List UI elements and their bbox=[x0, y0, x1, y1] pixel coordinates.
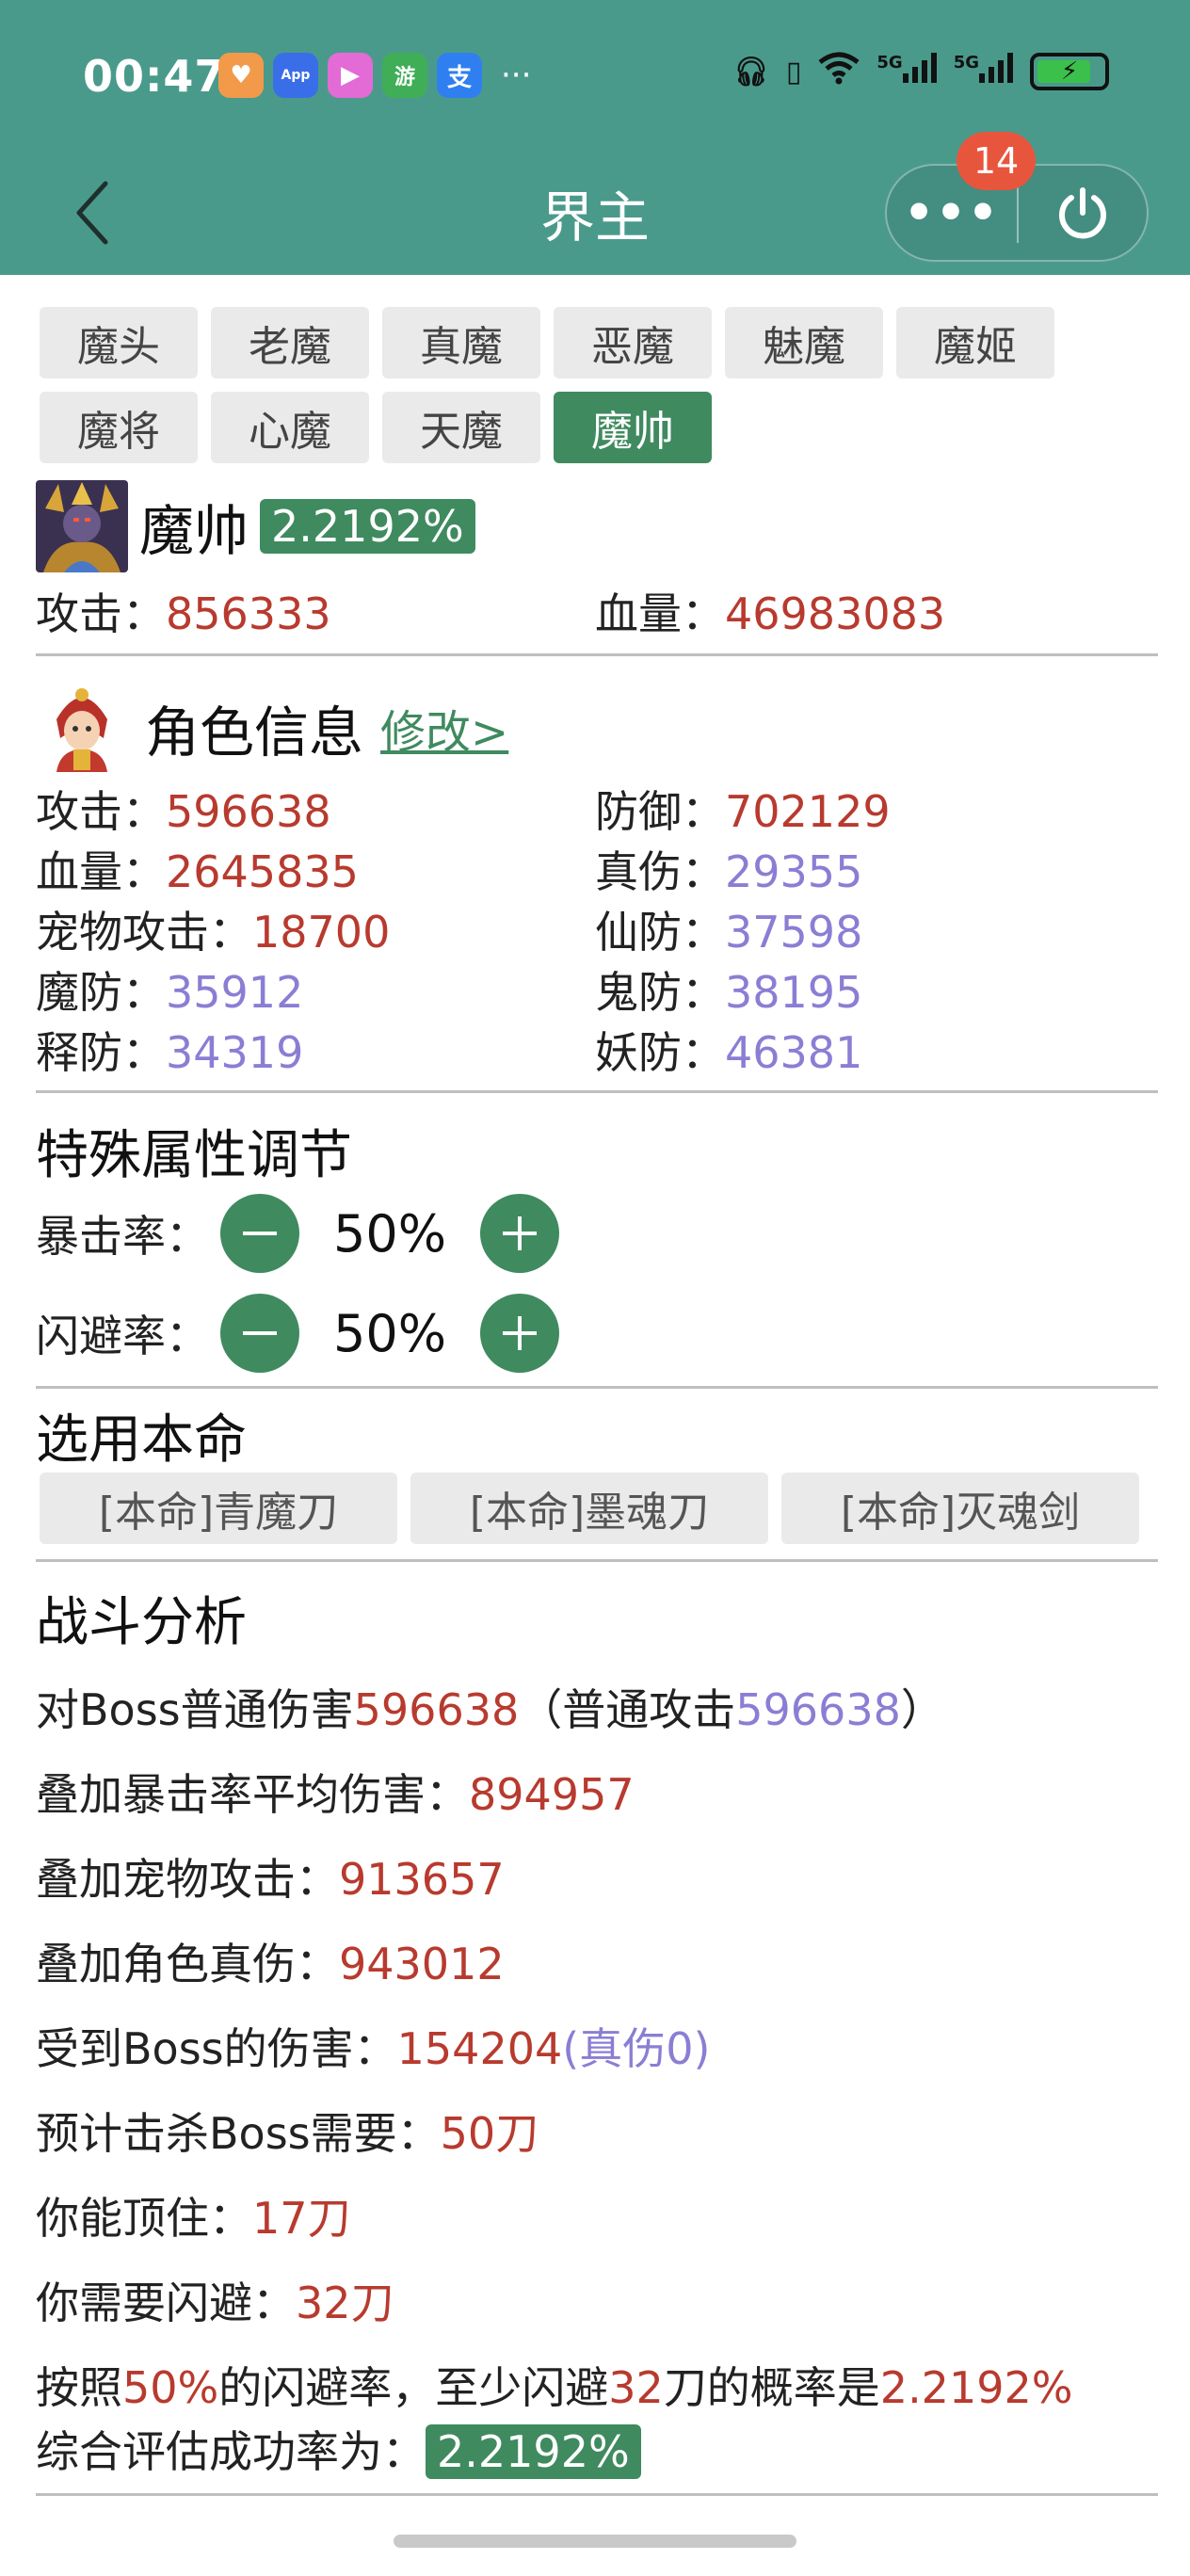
dodge-increase-button[interactable] bbox=[480, 1294, 559, 1373]
dodge-rate-adjuster: 闪避率： 50% bbox=[36, 1294, 559, 1373]
overall-success-rate-badge: 2.2192% bbox=[426, 2424, 641, 2479]
minus-icon bbox=[243, 1232, 277, 1235]
role-attack: 攻击：596638 bbox=[36, 786, 331, 837]
pet-attack-damage-line: 叠加宠物攻击：913657 bbox=[36, 1854, 505, 1905]
dodge-decrease-button[interactable] bbox=[220, 1294, 299, 1373]
role-gui-defense: 鬼防：38195 bbox=[595, 967, 863, 1018]
system-icons: 🎧︎ ▯ 5G 5G ⚡︎ bbox=[733, 51, 1109, 92]
plus-icon bbox=[503, 1216, 537, 1250]
role-true-damage: 真伤：29355 bbox=[595, 846, 863, 897]
power-icon bbox=[1059, 187, 1106, 239]
edit-role-link[interactable]: 修改> bbox=[380, 695, 508, 761]
more-notifications-icon: ··· bbox=[501, 56, 532, 94]
hits-survivable-line: 你能顶住：17刀 bbox=[36, 2193, 351, 2244]
status-app-icons: ♥ App ▶ 游 支 ··· bbox=[218, 53, 531, 98]
signal-5g-icon-2: 5G bbox=[954, 53, 1013, 90]
hits-to-dodge-line: 你需要闪避：32刀 bbox=[36, 2278, 394, 2328]
home-indicator[interactable] bbox=[394, 2535, 796, 2548]
hits-to-kill-line: 预计击杀Boss需要：50刀 bbox=[36, 2108, 539, 2159]
status-time: 00:47 bbox=[83, 51, 226, 102]
special-attributes-title: 特殊属性调节 bbox=[36, 1125, 352, 1186]
crit-decrease-button[interactable] bbox=[220, 1194, 299, 1273]
plus-icon bbox=[503, 1316, 537, 1350]
true-damage-line: 叠加角色真伤：943012 bbox=[36, 1939, 505, 1989]
tab-emo[interactable]: 恶魔 bbox=[554, 307, 712, 378]
boss-hp: 血量：46983083 bbox=[595, 588, 946, 639]
role-xian-defense: 仙防：37598 bbox=[595, 907, 863, 958]
divider bbox=[36, 2493, 1158, 2496]
boss-header: 魔帅 2.2192% bbox=[36, 480, 475, 572]
role-yao-defense: 妖防：46381 bbox=[595, 1027, 863, 1078]
tab-xinmo[interactable]: 心魔 bbox=[211, 392, 369, 463]
tab-laomo[interactable]: 老魔 bbox=[211, 307, 369, 378]
close-program-button[interactable] bbox=[1019, 185, 1147, 241]
vibrate-icon: ▯ bbox=[785, 55, 802, 89]
header: 00:47 ♥ App ▶ 游 支 ··· 🎧︎ ▯ 5G 5G ⚡︎ 界主 •… bbox=[0, 0, 1190, 275]
status-bar: 00:47 ♥ App ▶ 游 支 ··· 🎧︎ ▯ 5G 5G ⚡︎ bbox=[0, 0, 1190, 151]
notification-badge: 14 bbox=[957, 132, 1036, 190]
role-header: 角色信息 修改> bbox=[36, 682, 508, 774]
battery-icon: ⚡︎ bbox=[1030, 53, 1109, 90]
role-info-title: 角色信息 bbox=[145, 700, 364, 765]
app-market-icon: App bbox=[273, 53, 318, 98]
benming-options: [本命]青魔刀 [本命]墨魂刀 [本命]灭魂剑 bbox=[40, 1473, 1139, 1544]
game-app-icon: 游 bbox=[382, 53, 427, 98]
heart-app-icon: ♥ bbox=[218, 53, 264, 98]
headphones-icon: 🎧︎ bbox=[732, 55, 769, 89]
crit-increase-button[interactable] bbox=[480, 1194, 559, 1273]
tab-zhenmo[interactable]: 真魔 bbox=[382, 307, 540, 378]
dodge-rate-label: 闪避率： bbox=[36, 1311, 209, 1361]
signal-5g-icon: 5G bbox=[876, 53, 937, 90]
video-app-icon: ▶ bbox=[328, 53, 373, 98]
benming-option-mohundao[interactable]: [本命]墨魂刀 bbox=[410, 1473, 768, 1544]
role-hp: 血量：2645835 bbox=[36, 846, 359, 897]
divider bbox=[36, 653, 1158, 656]
tab-motou[interactable]: 魔头 bbox=[40, 307, 198, 378]
overall-success-rate-line: 综合评估成功率为： 2.2192% bbox=[36, 2418, 641, 2480]
boss-attack: 攻击：856333 bbox=[36, 588, 331, 639]
battle-analysis-title: 战斗分析 bbox=[36, 1592, 247, 1653]
tab-moji[interactable]: 魔姬 bbox=[896, 307, 1054, 378]
role-avatar bbox=[36, 682, 128, 774]
tab-tianmo[interactable]: 天魔 bbox=[382, 392, 540, 463]
boss-name: 魔帅 bbox=[139, 499, 249, 563]
role-shi-defense: 释防：34319 bbox=[36, 1027, 304, 1078]
dodge-probability-line: 按照50%的闪避率，至少闪避32刀的概率是2.2192% bbox=[36, 2362, 1073, 2413]
benming-option-miehunjian[interactable]: [本命]灭魂剑 bbox=[781, 1473, 1139, 1544]
role-mo-defense: 魔防：35912 bbox=[36, 967, 304, 1018]
damage-taken-line: 受到Boss的伤害：154204(真伤0) bbox=[36, 2023, 711, 2074]
alipay-icon: 支 bbox=[437, 53, 482, 98]
role-pet-attack: 宠物攻击：18700 bbox=[36, 907, 391, 958]
boss-avatar bbox=[36, 480, 128, 572]
benming-option-qingmodao[interactable]: [本命]青魔刀 bbox=[40, 1473, 397, 1544]
crit-rate-adjuster: 暴击率： 50% bbox=[36, 1194, 559, 1273]
boss-tabs: 魔头 老魔 真魔 恶魔 魅魔 魔姬 魔将 心魔 天魔 魔帅 bbox=[40, 307, 1150, 463]
divider bbox=[36, 1090, 1158, 1093]
role-defense: 防御：702129 bbox=[595, 786, 891, 837]
boss-success-rate-badge: 2.2192% bbox=[260, 499, 475, 554]
benming-title: 选用本命 bbox=[36, 1409, 247, 1471]
wifi-icon bbox=[818, 51, 860, 92]
divider bbox=[36, 1559, 1158, 1562]
divider bbox=[36, 1386, 1158, 1389]
tab-mojiang[interactable]: 魔将 bbox=[40, 392, 198, 463]
normal-damage-line: 对Boss普通伤害596638（普通攻击596638） bbox=[36, 1684, 944, 1735]
crit-average-damage-line: 叠加暴击率平均伤害：894957 bbox=[36, 1769, 635, 1820]
minus-icon bbox=[243, 1331, 277, 1335]
crit-rate-label: 暴击率： bbox=[36, 1211, 209, 1262]
crit-rate-value: 50% bbox=[332, 1203, 447, 1264]
tab-moshuai[interactable]: 魔帅 bbox=[554, 392, 712, 463]
dodge-rate-value: 50% bbox=[332, 1303, 447, 1363]
tab-meimo[interactable]: 魅魔 bbox=[725, 307, 883, 378]
